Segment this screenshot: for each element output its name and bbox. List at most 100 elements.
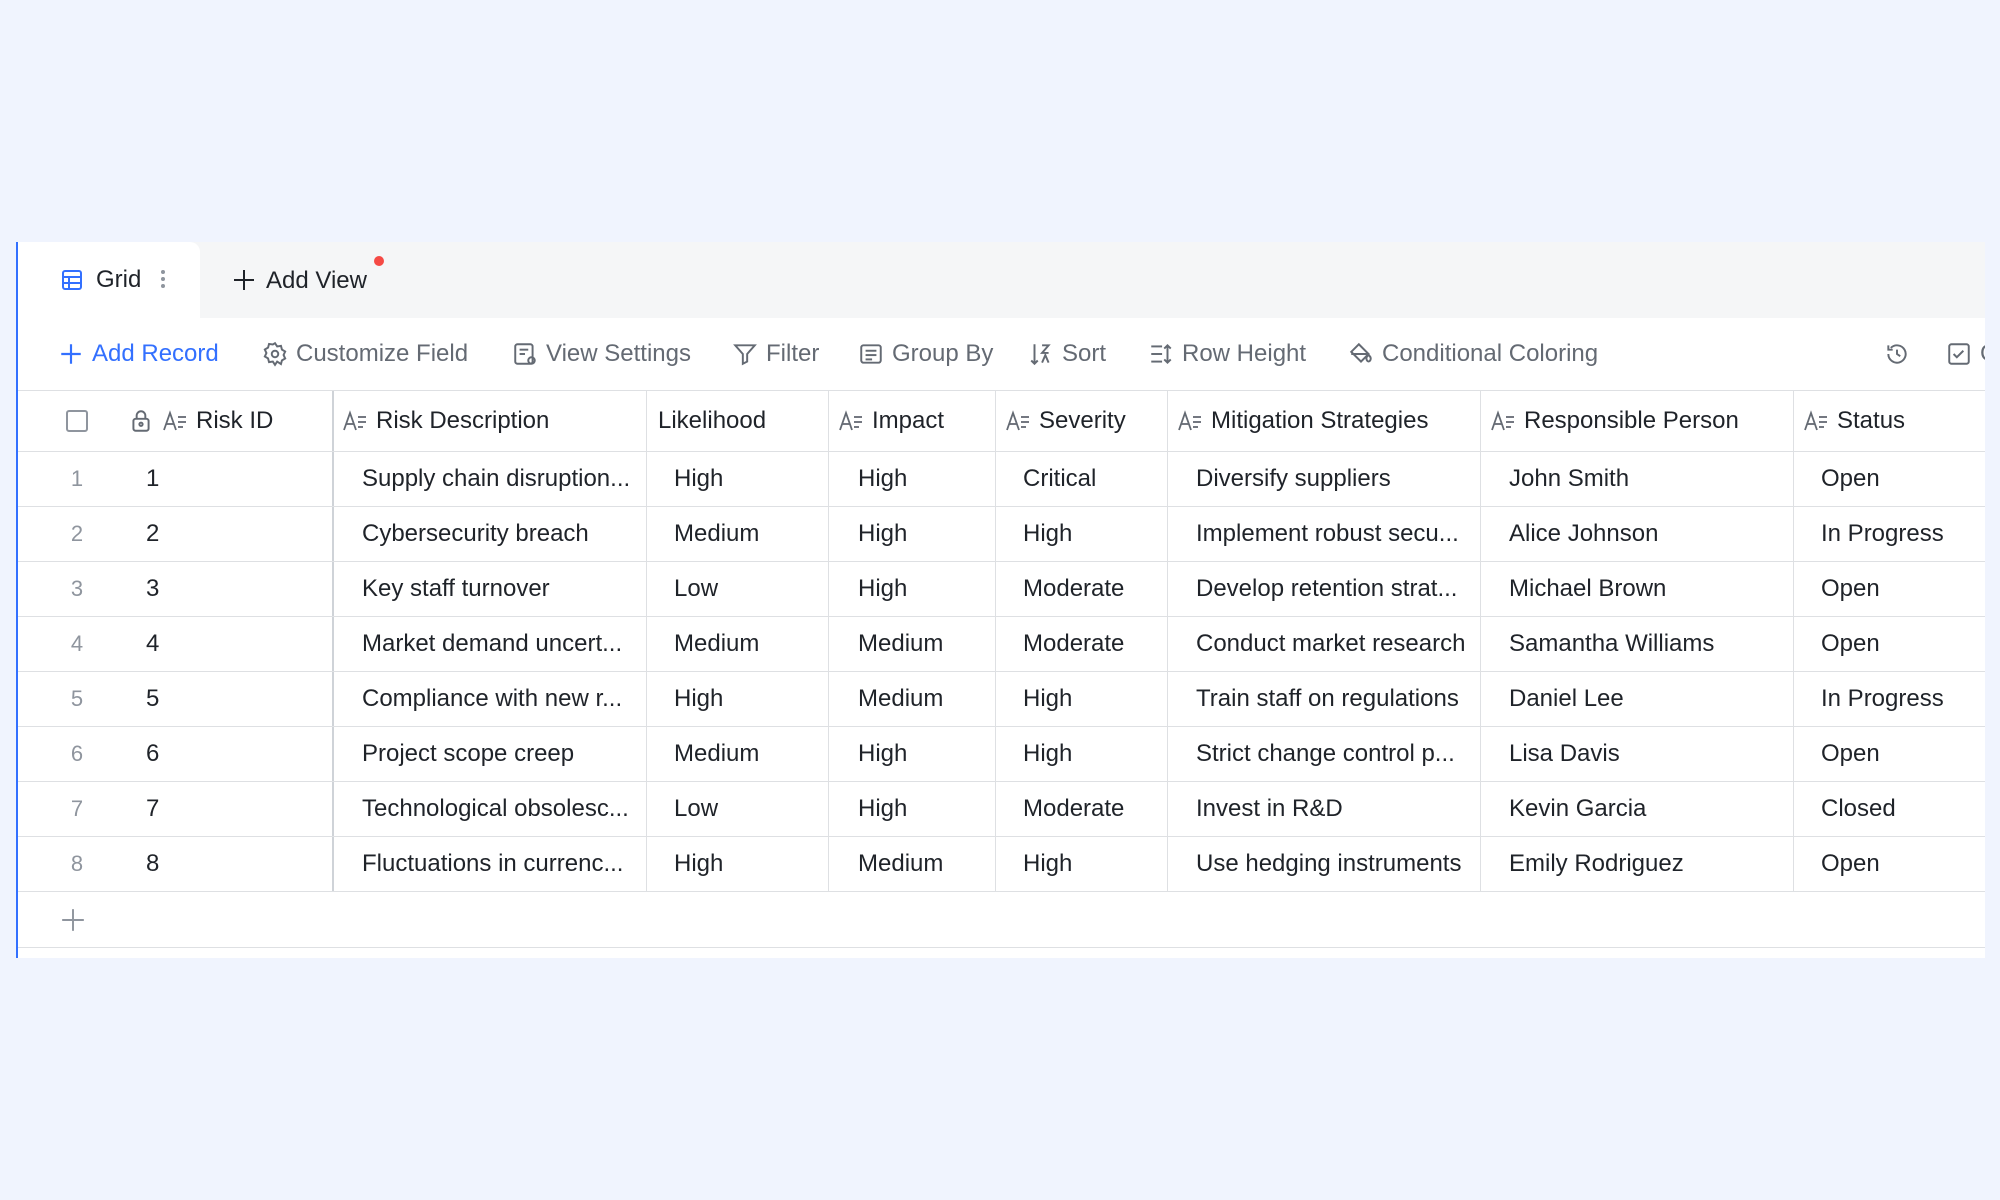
cell-responsible-person[interactable]: Kevin Garcia <box>1509 782 1791 836</box>
cell-responsible-person[interactable]: Emily Rodriguez <box>1509 837 1791 891</box>
cell-risk-description[interactable]: Technological obsolesc... <box>362 782 642 836</box>
cell-mitigation[interactable]: Implement robust secu... <box>1196 507 1478 561</box>
table-row[interactable]: 3 3 Key staff turnover Low High Moderate Devel… <box>18 562 1985 617</box>
tab-grid[interactable]: Grid <box>18 242 200 318</box>
add-view-label: Add View <box>266 267 367 294</box>
cell-severity[interactable]: High <box>1023 837 1163 891</box>
cell-responsible-person[interactable]: John Smith <box>1509 452 1791 506</box>
cell-severity[interactable]: Moderate <box>1023 562 1163 616</box>
checklist-icon <box>1948 343 1970 365</box>
cell-responsible-person[interactable]: Samantha Williams <box>1509 617 1791 671</box>
header-likelihood[interactable]: Likelihood <box>658 391 828 451</box>
cell-status[interactable]: Open <box>1821 837 1983 891</box>
cell-likelihood[interactable]: Medium <box>674 617 824 671</box>
cell-risk-description[interactable]: Project scope creep <box>362 727 642 781</box>
view-settings-button[interactable]: View Settings <box>512 336 691 372</box>
cell-likelihood[interactable]: Medium <box>674 727 824 781</box>
cell-risk-description[interactable]: Fluctuations in currenc... <box>362 837 642 891</box>
cell-likelihood[interactable]: High <box>674 837 824 891</box>
cell-severity[interactable]: High <box>1023 672 1163 726</box>
cell-status[interactable]: Open <box>1821 617 1983 671</box>
sort-button[interactable]: Sort <box>1028 336 1106 372</box>
header-risk-description[interactable]: Risk Description <box>342 391 642 451</box>
table-row[interactable]: 5 5 Compliance with new r... High Medium High… <box>18 672 1985 727</box>
customize-field-label: Customize Field <box>296 340 469 367</box>
cell-mitigation[interactable]: Invest in R&D <box>1196 782 1478 836</box>
cell-severity[interactable]: Moderate <box>1023 782 1163 836</box>
select-all-checkbox[interactable] <box>62 391 92 451</box>
cell-likelihood[interactable]: Low <box>674 562 824 616</box>
header-responsible-person[interactable]: Responsible Person <box>1490 391 1790 451</box>
table-row[interactable]: 2 2 Cybersecurity breach Medium High High Impl… <box>18 507 1985 562</box>
view-settings-label: View Settings <box>546 340 691 367</box>
cell-mitigation[interactable]: Conduct market research <box>1196 617 1478 671</box>
history-button[interactable] <box>1884 336 1910 372</box>
cell-impact[interactable]: High <box>858 507 992 561</box>
header-risk-id[interactable]: Risk ID <box>128 391 328 451</box>
group-by-button[interactable]: Group By <box>858 336 993 372</box>
cell-severity[interactable]: High <box>1023 727 1163 781</box>
table-row[interactable]: 7 7 Technological obsolesc... Low High Modera… <box>18 782 1985 837</box>
row-number: 8 <box>70 851 84 876</box>
cell-mitigation[interactable]: Strict change control p... <box>1196 727 1478 781</box>
add-row-button[interactable] <box>18 892 1985 948</box>
cell-risk-id[interactable]: 2 <box>146 507 326 561</box>
generate-button[interactable]: G <box>1946 336 1985 372</box>
cell-status[interactable]: Open <box>1821 562 1983 616</box>
cell-responsible-person[interactable]: Lisa Davis <box>1509 727 1791 781</box>
cell-mitigation[interactable]: Use hedging instruments <box>1196 837 1478 891</box>
cell-risk-id[interactable]: 6 <box>146 727 326 781</box>
cell-responsible-person[interactable]: Daniel Lee <box>1509 672 1791 726</box>
cell-severity[interactable]: Critical <box>1023 452 1163 506</box>
cell-impact[interactable]: High <box>858 782 992 836</box>
header-status[interactable]: Status <box>1803 391 1983 451</box>
table-row[interactable]: 6 6 Project scope creep Medium High High Stric… <box>18 727 1985 782</box>
header-mitigation-strategies[interactable]: Mitigation Strategies <box>1177 391 1477 451</box>
cell-responsible-person[interactable]: Michael Brown <box>1509 562 1791 616</box>
row-height-button[interactable]: Row Height <box>1148 336 1306 372</box>
cell-impact[interactable]: Medium <box>858 672 992 726</box>
cell-status[interactable]: In Progress <box>1821 672 1983 726</box>
more-vertical-icon[interactable] <box>158 264 168 294</box>
cell-risk-id[interactable]: 5 <box>146 672 326 726</box>
cell-responsible-person[interactable]: Alice Johnson <box>1509 507 1791 561</box>
customize-field-button[interactable]: Customize Field <box>262 336 468 372</box>
table-row[interactable]: 8 8 Fluctuations in currenc... High Medium Hi… <box>18 837 1985 892</box>
cell-risk-id[interactable]: 4 <box>146 617 326 671</box>
cell-status[interactable]: Closed <box>1821 782 1983 836</box>
cell-status[interactable]: In Progress <box>1821 507 1983 561</box>
cell-severity[interactable]: Moderate <box>1023 617 1163 671</box>
cell-mitigation[interactable]: Diversify suppliers <box>1196 452 1478 506</box>
cell-risk-id[interactable]: 3 <box>146 562 326 616</box>
cell-impact[interactable]: High <box>858 452 992 506</box>
cell-risk-id[interactable]: 8 <box>146 837 326 891</box>
cell-impact[interactable]: High <box>858 727 992 781</box>
cell-risk-description[interactable]: Cybersecurity breach <box>362 507 642 561</box>
plus-icon <box>61 344 81 364</box>
table-row[interactable]: 1 1 Supply chain disruption... High High Crit… <box>18 452 1985 507</box>
cell-status[interactable]: Open <box>1821 452 1983 506</box>
cell-status[interactable]: Open <box>1821 727 1983 781</box>
header-impact[interactable]: Impact <box>838 391 988 451</box>
cell-mitigation[interactable]: Train staff on regulations <box>1196 672 1478 726</box>
filter-button[interactable]: Filter <box>732 336 819 372</box>
conditional-coloring-button[interactable]: Conditional Coloring <box>1348 336 1598 372</box>
cell-risk-id[interactable]: 1 <box>146 452 326 506</box>
cell-risk-id[interactable]: 7 <box>146 782 326 836</box>
cell-likelihood[interactable]: Low <box>674 782 824 836</box>
cell-likelihood[interactable]: Medium <box>674 507 824 561</box>
cell-mitigation[interactable]: Develop retention strat... <box>1196 562 1478 616</box>
table-row[interactable]: 4 4 Market demand uncert... Medium Medium Mod… <box>18 617 1985 672</box>
add-record-button[interactable]: Add Record <box>58 336 219 372</box>
cell-impact[interactable]: Medium <box>858 617 992 671</box>
cell-risk-description[interactable]: Key staff turnover <box>362 562 642 616</box>
cell-likelihood[interactable]: High <box>674 672 824 726</box>
cell-risk-description[interactable]: Market demand uncert... <box>362 617 642 671</box>
cell-likelihood[interactable]: High <box>674 452 824 506</box>
cell-impact[interactable]: High <box>858 562 992 616</box>
cell-severity[interactable]: High <box>1023 507 1163 561</box>
cell-risk-description[interactable]: Supply chain disruption... <box>362 452 642 506</box>
cell-risk-description[interactable]: Compliance with new r... <box>362 672 642 726</box>
cell-impact[interactable]: Medium <box>858 837 992 891</box>
header-severity[interactable]: Severity <box>1005 391 1165 451</box>
